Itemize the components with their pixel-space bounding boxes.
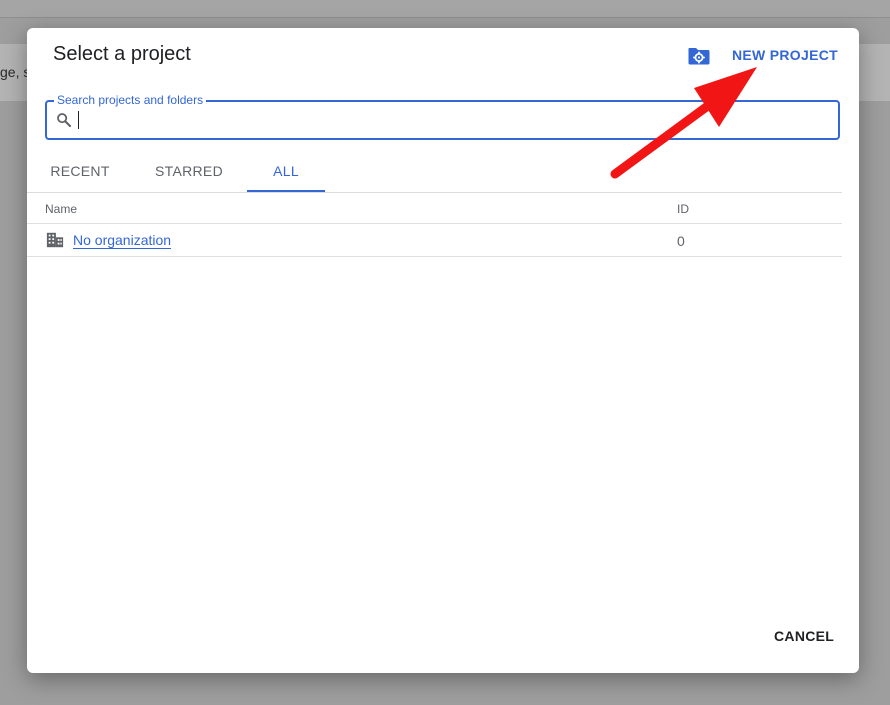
folder-settings-button[interactable] <box>685 42 713 70</box>
text-caret <box>78 111 79 129</box>
row-id: 0 <box>677 233 685 249</box>
cancel-button[interactable]: CANCEL <box>774 628 834 644</box>
no-organization-link[interactable]: No organization <box>73 233 172 249</box>
tab-starred[interactable]: STARRED <box>153 152 225 190</box>
table-header: Name ID <box>27 193 842 224</box>
column-header-id: ID <box>677 202 689 216</box>
select-project-dialog: Select a project NEW PROJECT Search proj… <box>27 28 859 673</box>
building-icon <box>46 232 64 248</box>
search-field[interactable]: Search projects and folders <box>45 93 840 140</box>
search-input[interactable] <box>77 108 821 134</box>
dialog-title: Select a project <box>53 43 191 65</box>
search-icon <box>57 113 72 128</box>
background-text: ge, s <box>0 64 31 80</box>
search-label: Search projects and folders <box>54 93 207 107</box>
project-tabs: RECENT STARRED ALL <box>27 152 842 193</box>
tab-recent[interactable]: RECENT <box>45 152 115 190</box>
background-toolbar <box>0 0 890 18</box>
folder-settings-icon <box>688 48 710 65</box>
new-project-button[interactable]: NEW PROJECT <box>732 47 838 63</box>
table-row[interactable]: No organization 0 <box>27 224 842 257</box>
tab-all[interactable]: ALL <box>247 152 325 192</box>
column-header-name: Name <box>45 202 78 216</box>
